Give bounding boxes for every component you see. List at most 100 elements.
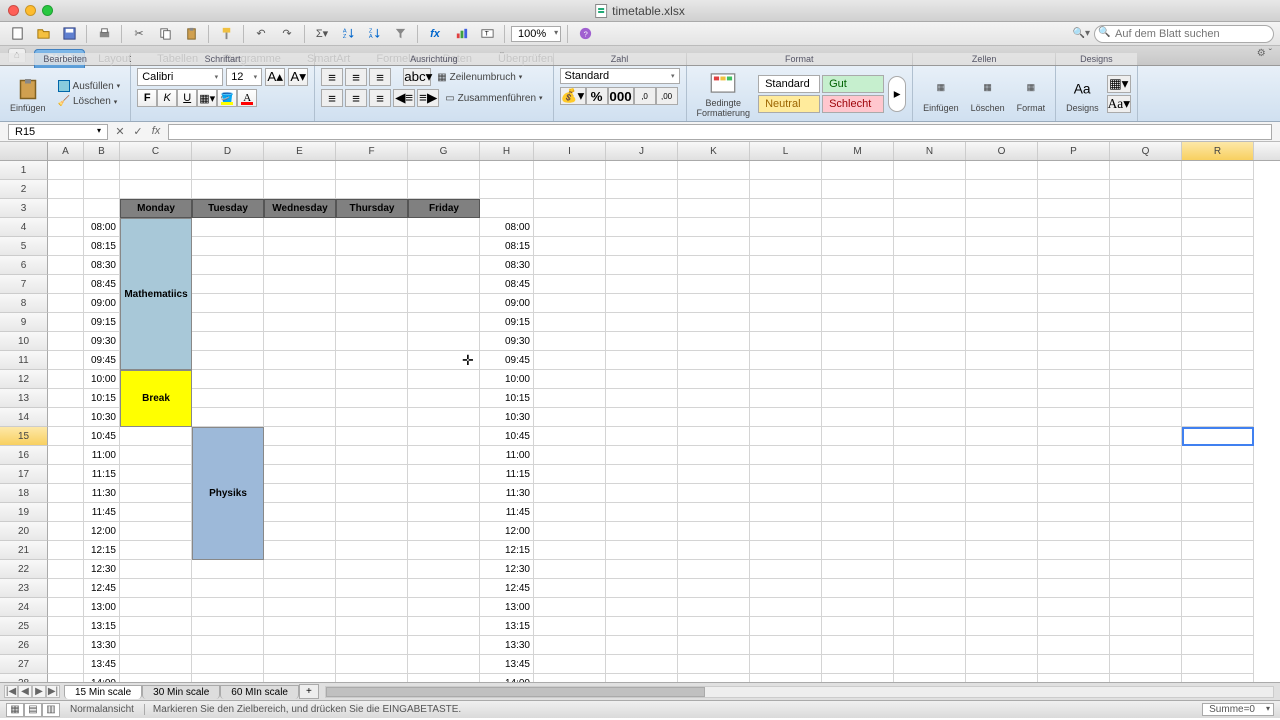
cell[interactable]: [606, 313, 678, 332]
cell[interactable]: [192, 180, 264, 199]
dec-decimal-icon[interactable]: ,00: [656, 87, 678, 105]
col-header[interactable]: D: [192, 142, 264, 160]
print-icon[interactable]: [93, 24, 115, 44]
save-icon[interactable]: [58, 24, 80, 44]
cell[interactable]: [48, 199, 84, 218]
insert-cells-button[interactable]: ▦Einfügen: [919, 73, 963, 115]
cell[interactable]: [1182, 617, 1254, 636]
cell[interactable]: [678, 446, 750, 465]
cell[interactable]: [192, 294, 264, 313]
cell[interactable]: [120, 503, 192, 522]
cell[interactable]: [336, 465, 408, 484]
cell[interactable]: [1182, 275, 1254, 294]
cell[interactable]: [966, 218, 1038, 237]
cell[interactable]: [1038, 674, 1110, 682]
row-header[interactable]: 13: [0, 389, 48, 408]
cell[interactable]: [678, 541, 750, 560]
theme-colors-icon[interactable]: ▦▾: [1107, 75, 1131, 93]
cell[interactable]: [894, 294, 966, 313]
cell[interactable]: [894, 427, 966, 446]
cell[interactable]: [264, 541, 336, 560]
paste-button[interactable]: Einfügen: [6, 73, 50, 115]
cell[interactable]: [1110, 427, 1182, 446]
cell[interactable]: 08:45: [480, 275, 534, 294]
col-header[interactable]: P: [1038, 142, 1110, 160]
decrease-font-icon[interactable]: A▾: [288, 68, 308, 86]
cell[interactable]: [408, 560, 480, 579]
cell[interactable]: [336, 427, 408, 446]
cell[interactable]: [966, 275, 1038, 294]
cell[interactable]: [48, 294, 84, 313]
style-bad[interactable]: Schlecht: [822, 95, 884, 113]
row-header[interactable]: 16: [0, 446, 48, 465]
cell[interactable]: [408, 598, 480, 617]
cell[interactable]: [894, 161, 966, 180]
cell[interactable]: [678, 161, 750, 180]
cell[interactable]: [48, 351, 84, 370]
cell[interactable]: [1182, 484, 1254, 503]
cell[interactable]: [336, 332, 408, 351]
cell[interactable]: [1038, 427, 1110, 446]
cell[interactable]: [534, 218, 606, 237]
cell[interactable]: [894, 389, 966, 408]
cell[interactable]: [1038, 408, 1110, 427]
cell[interactable]: [480, 199, 534, 218]
cell[interactable]: [750, 275, 822, 294]
fill-color-button[interactable]: 🪣: [217, 89, 237, 107]
cell[interactable]: [48, 313, 84, 332]
cell[interactable]: [192, 237, 264, 256]
cell[interactable]: [894, 503, 966, 522]
cell[interactable]: [966, 503, 1038, 522]
cell[interactable]: [1182, 199, 1254, 218]
cell[interactable]: 08:30: [480, 256, 534, 275]
cell[interactable]: [534, 598, 606, 617]
cell[interactable]: [750, 256, 822, 275]
cell[interactable]: 11:45: [480, 503, 534, 522]
cell[interactable]: [966, 351, 1038, 370]
cell[interactable]: [192, 161, 264, 180]
cell[interactable]: [336, 294, 408, 313]
cell[interactable]: [1182, 427, 1254, 446]
cell[interactable]: [1038, 351, 1110, 370]
merged-block[interactable]: Mathematiics: [120, 218, 192, 370]
cell[interactable]: [408, 617, 480, 636]
cell[interactable]: [120, 522, 192, 541]
cell[interactable]: [1182, 180, 1254, 199]
cell[interactable]: [822, 579, 894, 598]
cell[interactable]: 10:30: [480, 408, 534, 427]
cell[interactable]: [408, 674, 480, 682]
cell[interactable]: [120, 446, 192, 465]
cell[interactable]: [192, 389, 264, 408]
thousands-icon[interactable]: 000: [608, 87, 634, 105]
cell[interactable]: [966, 237, 1038, 256]
cell[interactable]: [606, 256, 678, 275]
cell[interactable]: [192, 560, 264, 579]
cell[interactable]: [336, 370, 408, 389]
cell[interactable]: [1038, 180, 1110, 199]
cell[interactable]: [48, 389, 84, 408]
cell[interactable]: 13:45: [84, 655, 120, 674]
row-header[interactable]: 19: [0, 503, 48, 522]
cell[interactable]: [822, 617, 894, 636]
style-standard[interactable]: Standard: [758, 75, 820, 93]
cell[interactable]: Thursday: [336, 199, 408, 218]
col-header[interactable]: B: [84, 142, 120, 160]
cell[interactable]: 08:00: [84, 218, 120, 237]
spreadsheet-grid[interactable]: ABCDEFGHIJKLMNOPQR 123MondayTuesdayWedne…: [0, 142, 1280, 682]
cell[interactable]: [48, 275, 84, 294]
cell[interactable]: 11:30: [480, 484, 534, 503]
cell[interactable]: [534, 370, 606, 389]
cell[interactable]: [822, 522, 894, 541]
cell[interactable]: [264, 446, 336, 465]
cell[interactable]: [408, 332, 480, 351]
cell[interactable]: [534, 465, 606, 484]
cell[interactable]: 10:00: [84, 370, 120, 389]
cell[interactable]: [822, 237, 894, 256]
cell[interactable]: Friday: [408, 199, 480, 218]
cell[interactable]: [336, 180, 408, 199]
cell[interactable]: [678, 503, 750, 522]
cell[interactable]: [1110, 218, 1182, 237]
cell[interactable]: [606, 427, 678, 446]
col-header[interactable]: A: [48, 142, 84, 160]
cell[interactable]: [1110, 465, 1182, 484]
